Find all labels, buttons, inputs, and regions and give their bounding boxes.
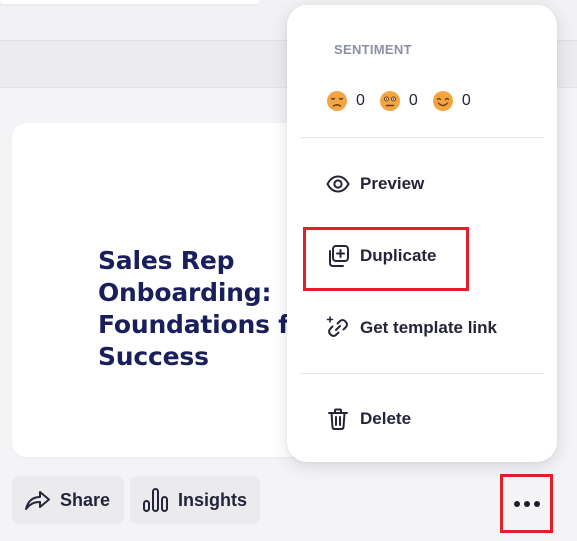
course-title-line: Foundations for (98, 310, 319, 339)
card-edge (0, 0, 260, 4)
sentiment-sad: 0 (326, 90, 365, 112)
menu-divider (300, 373, 544, 374)
get-template-link-label: Get template link (360, 318, 497, 337)
delete-label: Delete (360, 409, 412, 428)
link-icon (326, 316, 350, 340)
bar-chart-icon (142, 487, 170, 513)
options-menu: SENTIMENT 0 0 0 Preview Duplicate Get te… (287, 5, 557, 462)
sentiment-neutral: 0 (379, 90, 418, 112)
preview-label: Preview (360, 174, 425, 193)
neutral-face-emoji-icon (379, 90, 401, 112)
insights-label: Insights (178, 489, 248, 510)
sentiment-row: 0 0 0 (326, 90, 485, 112)
delete-menu-item[interactable]: Delete (326, 407, 411, 431)
share-label: Share (60, 489, 111, 510)
more-dot (533, 500, 540, 507)
share-button[interactable]: Share (12, 476, 124, 524)
sentiment-count: 0 (408, 92, 418, 109)
more-options-button[interactable] (500, 474, 553, 533)
share-icon (24, 488, 52, 512)
course-title-line: Success (98, 342, 209, 371)
course-card[interactable]: Sales Rep Onboarding: Foundations for Su… (12, 123, 332, 457)
get-template-link-menu-item[interactable]: Get template link (326, 316, 497, 340)
duplicate-highlight (303, 227, 469, 291)
eye-icon (326, 172, 350, 196)
course-title-line: Sales Rep (98, 246, 235, 275)
trash-icon (326, 407, 350, 431)
more-dot (513, 500, 520, 507)
course-title-line: Onboarding: (98, 278, 272, 307)
sentiment-happy: 0 (432, 90, 471, 112)
insights-button[interactable]: Insights (130, 476, 260, 524)
happy-face-emoji-icon (432, 90, 454, 112)
sentiment-count: 0 (461, 92, 471, 109)
sentiment-heading: SENTIMENT (334, 42, 412, 57)
preview-menu-item[interactable]: Preview (326, 172, 424, 196)
sad-face-emoji-icon (326, 90, 348, 112)
sentiment-count: 0 (356, 92, 365, 109)
menu-divider (300, 137, 544, 138)
more-dot (523, 500, 530, 507)
